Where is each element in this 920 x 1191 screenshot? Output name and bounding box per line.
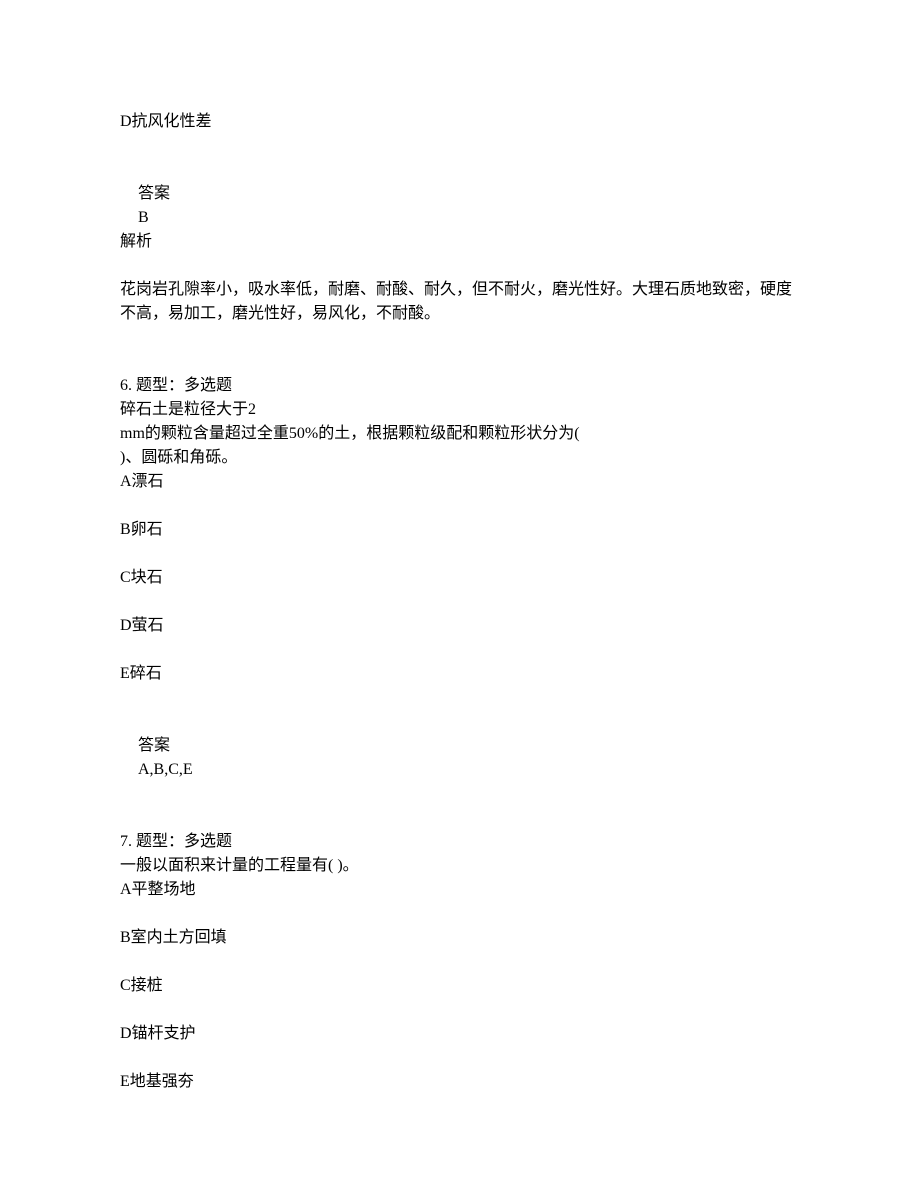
q5-option-d: D抗风化性差: [120, 110, 800, 134]
q6-option-b: B卵石: [120, 518, 800, 542]
q7-header: 7. 题型：多选题: [120, 830, 800, 854]
q6-stem-line1: 碎石土是粒径大于2: [120, 398, 800, 422]
q7-option-b: B室内土方回填: [120, 926, 800, 950]
q7-option-a: A平整场地: [120, 878, 800, 902]
q7-option-d: D锚杆支护: [120, 1022, 800, 1046]
q6-header: 6. 题型：多选题: [120, 374, 800, 398]
q6-option-a: A漂石: [120, 470, 800, 494]
q6-option-c: C块石: [120, 566, 800, 590]
q6-option-d: D萤石: [120, 614, 800, 638]
q5-answer-value: B: [120, 206, 800, 230]
q6-answer-value: A,B,C,E: [120, 758, 800, 782]
q6-option-e: E碎石: [120, 662, 800, 686]
q6-answer-label: 答案: [120, 734, 800, 758]
document-page: D抗风化性差 答案 B 解析 花岗岩孔隙率小，吸水率低，耐磨、耐酸、耐久，但不耐…: [120, 110, 800, 1094]
q7-option-c: C接桩: [120, 974, 800, 998]
q7-option-e: E地基强夯: [120, 1070, 800, 1094]
q5-explain-text: 花岗岩孔隙率小，吸水率低，耐磨、耐酸、耐久，但不耐火，磨光性好。大理石质地致密，…: [120, 278, 800, 326]
q5-answer-label: 答案: [120, 182, 800, 206]
q5-explain-label: 解析: [120, 230, 800, 254]
q6-stem-line3: )、圆砾和角砾。: [120, 446, 800, 470]
q6-stem-line2: mm的颗粒含量超过全重50%的土，根据颗粒级配和颗粒形状分为(: [120, 422, 800, 446]
q7-stem: 一般以面积来计量的工程量有( )。: [120, 854, 800, 878]
